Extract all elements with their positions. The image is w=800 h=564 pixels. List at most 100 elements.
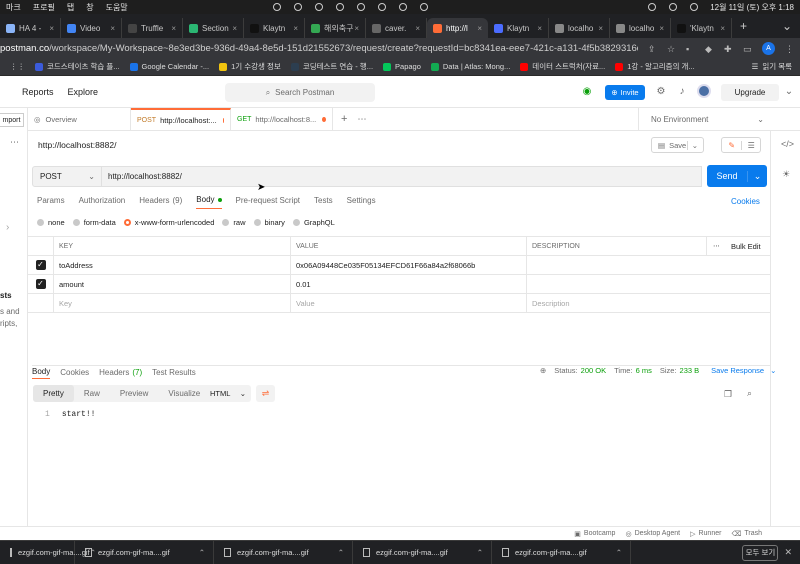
close-icon[interactable]: × xyxy=(110,24,115,33)
menu-item[interactable]: 프로필 xyxy=(33,2,55,13)
menu-item[interactable]: 탭 xyxy=(67,2,74,13)
value-cell[interactable]: 0.01 xyxy=(291,275,527,293)
chevron-up-icon[interactable]: ⌃ xyxy=(616,548,622,557)
browser-tab[interactable]: localho × xyxy=(610,18,671,38)
status-icon[interactable] xyxy=(335,3,344,11)
status-icon[interactable] xyxy=(356,3,365,11)
tab-overview[interactable]: ◎ Overview xyxy=(28,107,131,131)
show-all-button[interactable]: 모두 보기 xyxy=(742,544,779,561)
pause-icon[interactable] xyxy=(293,3,302,11)
body-type-option[interactable]: none xyxy=(37,218,65,227)
request-title[interactable]: http://localhost:8882/ xyxy=(38,140,116,150)
download-item[interactable]: ezgif.com-gif-ma....gif ⌃ xyxy=(214,540,353,564)
browser-tab[interactable]: localho × xyxy=(549,18,610,38)
chevron-down-icon[interactable]: ⌄ xyxy=(686,140,698,150)
sidebar-icon[interactable]: ▭ xyxy=(743,44,752,54)
bookmark-item[interactable]: 1기 수강생 정보 xyxy=(219,61,281,72)
response-tab[interactable]: Cookies xyxy=(60,368,89,377)
status-icon[interactable] xyxy=(419,3,428,11)
profile-avatar[interactable]: A xyxy=(762,41,775,55)
close-icon[interactable]: × xyxy=(477,24,482,33)
tab-headers[interactable]: Headers (9) xyxy=(139,196,182,209)
menu-item[interactable]: 도움말 xyxy=(106,2,128,13)
edit-pencil-icon[interactable]: ✎ xyxy=(722,141,741,150)
close-icon[interactable]: × xyxy=(415,24,420,33)
save-button[interactable]: ▤ Save ⌄ xyxy=(651,137,704,153)
search-icon[interactable]: ⌕ xyxy=(747,388,752,399)
status-icon[interactable] xyxy=(398,3,407,11)
play-icon[interactable] xyxy=(377,3,386,11)
tab-authorization[interactable]: Authorization xyxy=(79,196,126,209)
new-tab-plus-icon[interactable]: + xyxy=(341,113,347,125)
new-tab-plus-icon[interactable]: + xyxy=(740,19,747,33)
bulk-edit-button[interactable]: Bulk Edit xyxy=(726,237,770,255)
extension-icon[interactable]: ◆ xyxy=(705,44,714,54)
close-icon[interactable]: × xyxy=(537,24,542,33)
statusbar-trash[interactable]: ⌫ Trash xyxy=(731,530,762,538)
record-icon[interactable] xyxy=(272,3,281,11)
value-cell[interactable]: 0x06A09448Ce035F05134EFCD61F66a84a2f6806… xyxy=(291,256,527,274)
chevron-up-icon[interactable]: ⌃ xyxy=(199,548,205,557)
body-type-option[interactable]: binary xyxy=(253,218,285,227)
wifi-icon[interactable] xyxy=(648,3,657,11)
chevron-down-icon[interactable]: ⌄ xyxy=(747,170,767,182)
browser-tab[interactable]: http://l × xyxy=(427,18,488,38)
chevron-down-icon[interactable]: ⌄ xyxy=(782,19,792,33)
bookmark-item[interactable]: Papago xyxy=(383,62,421,71)
upgrade-button[interactable]: Upgrade xyxy=(721,84,779,101)
sync-status-icon[interactable]: ◉ xyxy=(582,87,592,97)
statusbar-runner[interactable]: ▷ Runner xyxy=(690,530,721,538)
method-select[interactable]: POST ⌄ xyxy=(32,166,102,187)
invite-button[interactable]: ⊕ Invite xyxy=(605,85,645,100)
browser-tab[interactable]: 'Klaytn × xyxy=(671,18,732,38)
response-text[interactable]: start!! xyxy=(62,410,96,419)
description-placeholder[interactable]: Description xyxy=(527,294,706,312)
browser-tab[interactable]: Section × xyxy=(183,18,244,38)
bookmark-item[interactable]: 코딩테스트 연습 - 행... xyxy=(290,61,373,72)
browser-tab[interactable]: caver. × xyxy=(366,18,427,38)
key-cell[interactable]: toAddress xyxy=(54,256,291,274)
chevron-right-icon[interactable]: › xyxy=(6,222,9,233)
radio-button[interactable] xyxy=(253,219,261,226)
bookmark-star-icon[interactable]: ☆ xyxy=(667,44,676,54)
close-icon[interactable]: ✕ xyxy=(784,547,792,558)
close-icon[interactable]: × xyxy=(49,24,54,33)
user-avatar[interactable] xyxy=(697,84,711,98)
close-icon[interactable]: × xyxy=(598,24,603,33)
radio-button[interactable] xyxy=(292,219,300,226)
lightbulb-icon[interactable]: ☀ xyxy=(782,169,790,180)
browser-tab[interactable]: Klaytn × xyxy=(244,18,305,38)
view-preview[interactable]: Preview xyxy=(110,385,158,402)
control-center-icon[interactable] xyxy=(690,3,699,11)
chevron-down-icon[interactable]: ⌄ xyxy=(770,366,776,375)
comments-icon[interactable]: ☰ xyxy=(741,140,760,150)
description-cell[interactable] xyxy=(527,256,706,274)
close-icon[interactable]: × xyxy=(171,24,176,33)
more-icon[interactable]: ⋯ xyxy=(357,114,366,125)
view-raw[interactable]: Raw xyxy=(74,385,110,402)
extension-icon[interactable]: ▪ xyxy=(686,44,695,54)
row-checkbox[interactable]: ✓ xyxy=(35,260,46,270)
statusbar-bootcamp[interactable]: ▣ Bootcamp xyxy=(574,530,615,538)
chevron-up-icon[interactable]: ⌃ xyxy=(338,548,344,557)
radio-button[interactable] xyxy=(37,219,44,226)
tab-get-request[interactable]: GET http://localhost:8... xyxy=(231,107,333,131)
download-item[interactable]: ezgif.com-gif-ma....gif ⌃ xyxy=(492,540,631,564)
import-button[interactable]: mport xyxy=(0,113,24,127)
download-item[interactable]: ezgif.com-gif-ma....gif ⌃ xyxy=(75,540,214,564)
menu-item[interactable]: 창 xyxy=(86,2,93,13)
key-cell[interactable]: amount xyxy=(54,275,291,293)
browser-tab[interactable]: 해외축구 × xyxy=(305,18,366,38)
menu-item[interactable]: 마크 xyxy=(6,2,21,13)
body-type-option[interactable]: GraphQL xyxy=(292,218,335,227)
bookmark-item[interactable]: 1강 - 알고리즘의 개... xyxy=(615,61,695,72)
clock[interactable]: 12월 11일 (토) 오후 1:18 xyxy=(710,2,794,13)
view-pretty[interactable]: Pretty xyxy=(33,385,74,402)
row-checkbox[interactable]: ✓ xyxy=(35,279,46,289)
status-icon[interactable] xyxy=(314,3,323,11)
close-icon[interactable]: × xyxy=(232,24,237,33)
response-tab[interactable]: Headers (7) xyxy=(99,368,142,377)
search-icon[interactable] xyxy=(669,3,678,11)
tab-params[interactable]: Params xyxy=(37,196,65,209)
body-type-option[interactable]: x-www-form-urlencoded xyxy=(123,218,214,227)
